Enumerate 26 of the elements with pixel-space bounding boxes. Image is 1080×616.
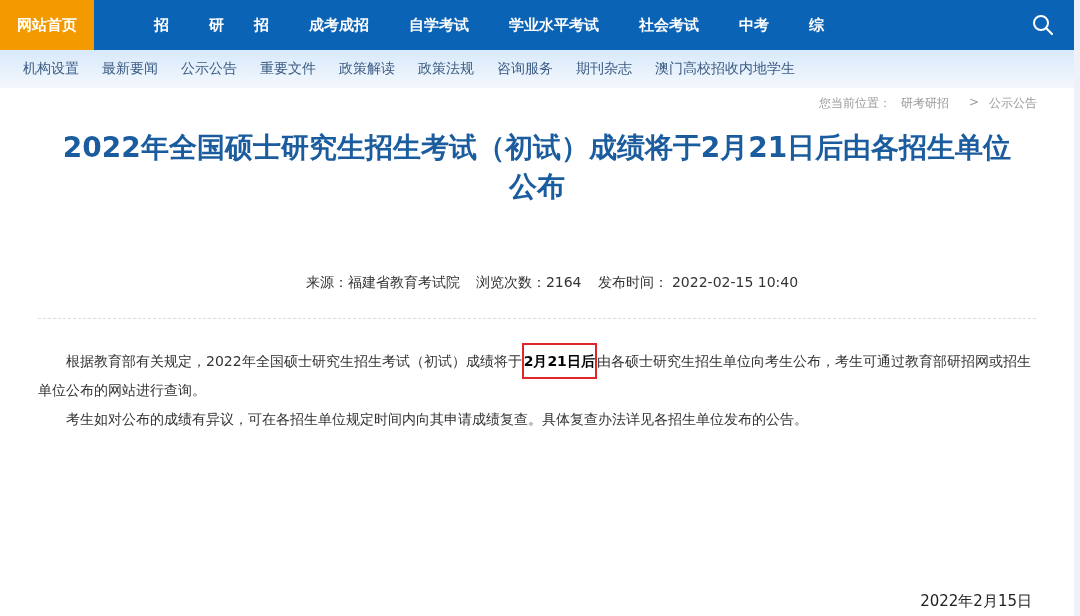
nav-tab[interactable]: 自学考试 (389, 0, 489, 50)
nav-tab[interactable]: 研 招 (189, 0, 289, 50)
nav-tab[interactable]: 社会考试 (619, 0, 719, 50)
sub-nav-link[interactable]: 最新要闻 (102, 60, 158, 78)
article-paragraph: 考生如对公布的成绩有异议，可在各招生单位规定时间内向其申请成绩复查。具体复查办法详见各招生单位发布的公告。 (65, 410, 809, 429)
article-title: 2022年全国硕士研究生招生考试（初试）成绩将于2月21日后由各招生单位公布 (61, 130, 1013, 205)
sub-nav-link[interactable]: 重要文件 (260, 60, 316, 78)
sub-nav-link[interactable]: 咨询服务 (497, 60, 553, 78)
sub-nav-link[interactable]: 澳门高校招收内地学生 (655, 60, 795, 78)
capture-date: 2022年2月15日 (920, 592, 1032, 611)
nav-tab[interactable]: 成考成招 (289, 0, 389, 50)
nav-tab[interactable]: 综 (789, 0, 844, 50)
nav-tab[interactable]: 招 (134, 0, 189, 50)
sub-nav-link[interactable]: 政策法规 (418, 60, 474, 78)
nav-tab[interactable]: 中考 (719, 0, 789, 50)
sub-nav-link[interactable]: 期刊杂志 (576, 60, 632, 78)
article-meta: 发布时间： 2022-02-15 10:40 (597, 274, 799, 292)
search-icon[interactable] (1032, 14, 1054, 36)
article-meta: 来源：福建省教育考试院 (305, 274, 460, 292)
sub-nav-link[interactable]: 机构设置 (23, 60, 79, 78)
breadcrumb-label: 您当前位置： (818, 95, 891, 112)
sub-nav-link[interactable]: 政策解读 (339, 60, 395, 78)
article-meta: 浏览次数：2164 (475, 274, 582, 292)
breadcrumb-separator: > (968, 95, 979, 111)
sub-nav-link[interactable]: 公示公告 (181, 60, 237, 78)
nav-tab[interactable]: 学业水平考试 (489, 0, 619, 50)
